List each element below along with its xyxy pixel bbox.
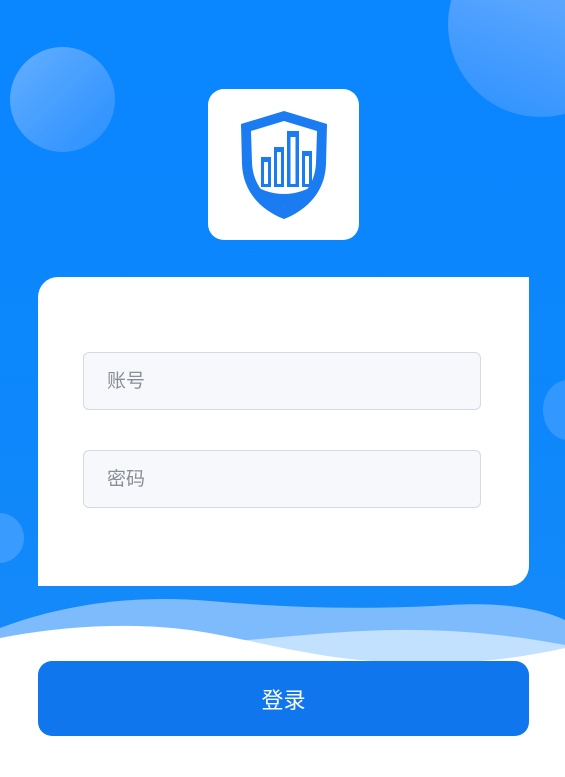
account-input[interactable]: [83, 352, 481, 410]
decorative-circle: [0, 513, 24, 563]
login-button[interactable]: 登录: [38, 661, 529, 736]
building-shield-icon: [240, 110, 327, 219]
decorative-circle: [448, 0, 565, 117]
app-logo: [208, 89, 359, 240]
password-input[interactable]: [83, 450, 481, 508]
decorative-circle: [543, 380, 565, 440]
login-page: 登录: [0, 0, 565, 777]
decorative-circle: [10, 47, 115, 152]
login-card: [38, 277, 529, 586]
